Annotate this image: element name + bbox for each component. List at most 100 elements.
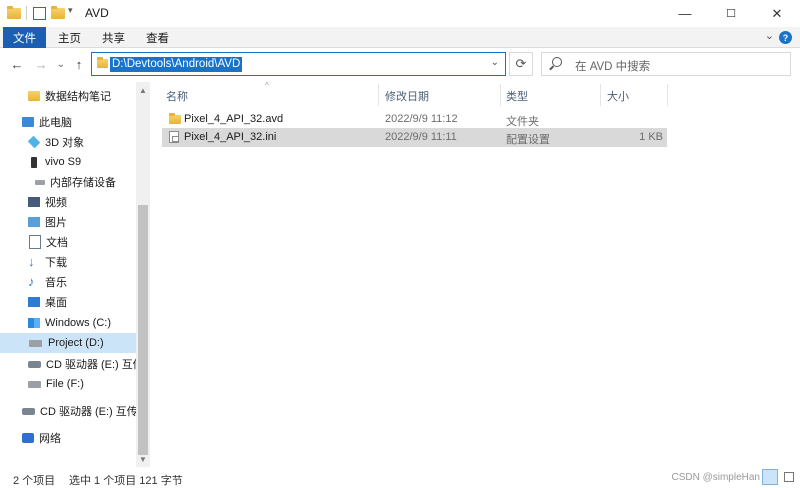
tab-share[interactable]: 共享: [92, 27, 135, 48]
sidebar-item-vivo[interactable]: vivo S9: [0, 152, 136, 172]
sidebar-item-cd-drive-root[interactable]: CD 驱动器 (E:) 互传: [0, 401, 138, 421]
file-size: 1 KB: [639, 131, 663, 143]
3d-objects-icon: [27, 135, 41, 149]
sidebar-item-this-pc[interactable]: 此电脑: [0, 112, 136, 132]
sidebar-item-drive-f[interactable]: File (F:): [0, 374, 136, 394]
address-folder-icon: [97, 57, 108, 68]
sidebar-item-cd-drive[interactable]: CD 驱动器 (E:) 互传: [0, 354, 144, 374]
file-row[interactable]: Pixel_4_API_32.avd 2022/9/9 11:12 文件夹: [162, 110, 667, 129]
drive-icon: [28, 380, 41, 388]
navigation-pane: 数据结构笔记 此电脑 3D 对象 vivo S9 内部存储设备 视频 图片 文档…: [0, 82, 150, 467]
sidebar-item-label: 视频: [45, 197, 67, 209]
tab-view[interactable]: 查看: [136, 27, 179, 48]
column-divider[interactable]: [378, 84, 379, 106]
scroll-down-icon[interactable]: ▼: [136, 452, 150, 466]
file-modified: 2022/9/9 11:11: [385, 131, 457, 143]
selection-info: 选中 1 个项目 121 字节: [69, 475, 183, 487]
cd-drive-icon: [28, 360, 41, 368]
folder-icon: [28, 91, 40, 101]
computer-icon: [22, 117, 34, 127]
sidebar-item-videos[interactable]: 视频: [0, 192, 136, 212]
minimize-button[interactable]: —: [662, 0, 708, 27]
sidebar-scroll-thumb[interactable]: [138, 205, 148, 455]
forward-button[interactable]: →: [32, 55, 50, 73]
details-view-button[interactable]: [762, 469, 778, 485]
documents-icon: [29, 235, 41, 249]
file-row[interactable]: Pixel_4_API_32.ini 2022/9/9 11:11 配置设置 1…: [162, 128, 667, 147]
column-divider[interactable]: [667, 84, 668, 106]
column-divider[interactable]: [600, 84, 601, 106]
sidebar-item-label: 内部存储设备: [50, 177, 116, 189]
pictures-icon: [28, 217, 40, 227]
large-icons-view-button[interactable]: [781, 469, 797, 485]
sidebar-item-label: 音乐: [45, 277, 67, 289]
column-header-name[interactable]: 名称: [166, 86, 188, 106]
sidebar-item-desktop[interactable]: 桌面: [0, 292, 136, 312]
network-icon: [22, 433, 34, 443]
download-icon: ↓: [28, 254, 35, 269]
search-input[interactable]: 在 AVD 中搜索: [575, 58, 650, 74]
maximize-button[interactable]: ☐: [708, 0, 754, 27]
new-folder-icon[interactable]: [51, 6, 65, 19]
file-name: Pixel_4_API_32.ini: [184, 131, 277, 143]
sidebar-item-label: CD 驱动器 (E:) 互传: [46, 359, 144, 371]
sort-indicator-icon: ^: [265, 81, 269, 90]
status-bar: 2 个项目 选中 1 个项目 121 字节 CSDN @simpleHan: [0, 467, 800, 487]
search-box[interactable]: 在 AVD 中搜索: [541, 52, 791, 76]
title-divider: [26, 6, 27, 20]
sidebar-item-label: 3D 对象: [45, 137, 85, 149]
watermark: CSDN @simpleHan: [671, 472, 760, 483]
sidebar-item-label: 图片: [45, 217, 67, 229]
refresh-button[interactable]: ⟳: [509, 52, 533, 76]
sidebar-item-music[interactable]: ♪ 音乐: [0, 272, 136, 292]
ribbon-expand-icon[interactable]: ⌄: [765, 29, 774, 42]
sidebar-item-label: File (F:): [46, 378, 84, 390]
content-scrollbar[interactable]: [784, 82, 800, 467]
close-button[interactable]: ✕: [754, 0, 800, 27]
phone-icon: [31, 156, 37, 168]
up-button[interactable]: ↑: [70, 55, 88, 73]
sidebar-item-label: 数据结构笔记: [45, 91, 111, 103]
address-path[interactable]: D:\Devtools\Android\AVD: [110, 57, 243, 72]
sidebar-item-drive-c[interactable]: Windows (C:): [0, 313, 136, 333]
sidebar-item-downloads[interactable]: ↓ 下载: [0, 252, 136, 272]
music-icon: ♪: [28, 274, 35, 289]
sidebar-item-label: vivo S9: [45, 156, 82, 168]
column-header-size[interactable]: 大小: [607, 86, 629, 106]
column-header-type[interactable]: 类型: [506, 86, 528, 106]
help-icon[interactable]: ?: [779, 31, 792, 44]
column-divider[interactable]: [500, 84, 501, 106]
sidebar-item-pictures[interactable]: 图片: [0, 212, 136, 232]
column-header-modified[interactable]: 修改日期: [385, 86, 429, 106]
recent-locations-button[interactable]: ⌄: [52, 55, 70, 73]
cd-drive-icon: [22, 407, 35, 415]
file-modified: 2022/9/9 11:12: [385, 113, 458, 125]
windows-drive-icon: [28, 318, 40, 328]
sidebar-item-label: CD 驱动器 (E:) 互传: [40, 406, 138, 418]
tab-file[interactable]: 文件: [3, 27, 46, 48]
sidebar-item-network[interactable]: 网络: [0, 428, 136, 448]
quick-access-folder-icon[interactable]: [7, 6, 21, 19]
back-button[interactable]: ←: [8, 55, 26, 73]
customize-toolbar-icon[interactable]: ▾: [68, 5, 73, 16]
large-icons-icon: [784, 472, 794, 482]
sidebar-item-notes[interactable]: 数据结构笔记: [0, 86, 136, 106]
sidebar-item-3d-objects[interactable]: 3D 对象: [0, 132, 136, 152]
item-count: 2 个项目: [13, 475, 56, 487]
sidebar-item-documents[interactable]: 文档: [0, 232, 136, 252]
scroll-up-icon[interactable]: ▲: [136, 83, 150, 97]
sidebar-item-label: 文档: [46, 237, 68, 249]
properties-icon[interactable]: [33, 7, 46, 20]
drive-icon: [35, 179, 45, 185]
sidebar-item-drive-d[interactable]: Project (D:): [0, 333, 136, 353]
folder-icon: [169, 113, 181, 124]
desktop-icon: [28, 297, 40, 307]
drive-icon: [29, 339, 42, 347]
file-name: Pixel_4_API_32.avd: [184, 113, 284, 125]
file-type: 配置设置: [506, 134, 550, 146]
address-dropdown-icon[interactable]: ⌄: [491, 57, 499, 68]
tab-home[interactable]: 主页: [48, 27, 91, 48]
address-bar[interactable]: D:\Devtools\Android\AVD ⌄: [91, 52, 506, 76]
sidebar-item-internal-storage[interactable]: 内部存储设备: [0, 172, 136, 192]
search-icon: [552, 57, 562, 67]
